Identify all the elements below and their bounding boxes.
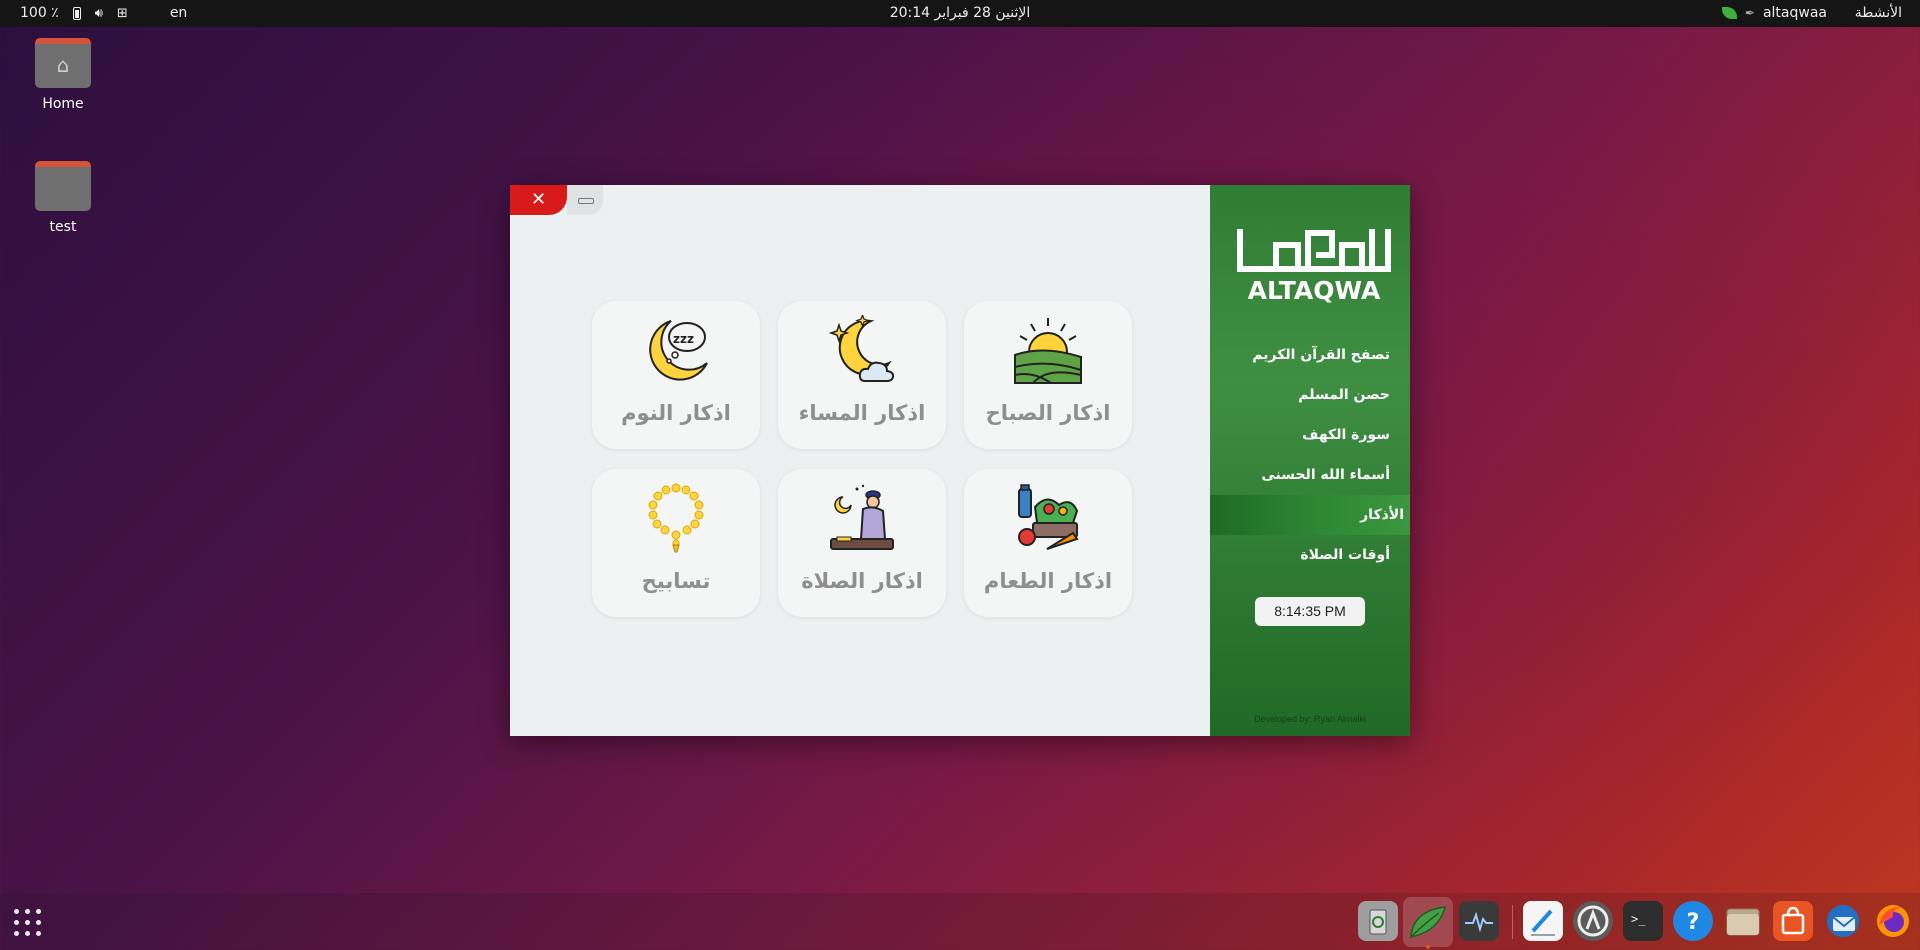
folder-icon bbox=[35, 161, 91, 211]
card-label: اذكار الصلاة bbox=[801, 569, 923, 593]
terminal-icon[interactable]: >_ bbox=[1623, 901, 1663, 941]
food-basket-icon bbox=[1018, 484, 1079, 550]
svg-text:>_: >_ bbox=[1631, 912, 1646, 926]
home-icon: ⌂ bbox=[35, 38, 91, 88]
sidebar-item-surat-alkahf[interactable]: سورة الكهف bbox=[1210, 415, 1410, 455]
moon-cloud-icon bbox=[828, 315, 895, 382]
sidebar-menu: تصفح القرآن الكريم حصن المسلم سورة الكهف… bbox=[1210, 335, 1410, 575]
card-prayer-azkar[interactable]: اذكار الصلاة bbox=[778, 469, 946, 617]
sunrise-icon bbox=[1014, 318, 1082, 384]
card-label: اذكار الطعام bbox=[983, 569, 1113, 593]
top-bar: 100 ٪ 🔊︎ ⊞ en الإثنين 28 فبراير 20:14 ✒ … bbox=[0, 0, 1920, 27]
sidebar-item-quran[interactable]: تصفح القرآن الكريم bbox=[1210, 335, 1410, 375]
prayer-beads-icon bbox=[648, 483, 704, 553]
current-time: 8:14:35 PM bbox=[1255, 597, 1365, 626]
app-menu[interactable]: ✒ altaqwaa bbox=[1721, 5, 1827, 21]
firefox-icon[interactable] bbox=[1873, 901, 1913, 941]
sidebar-item-hisn-muslim[interactable]: حصن المسلم bbox=[1210, 375, 1410, 415]
card-evening-azkar[interactable]: اذكار المساء bbox=[778, 301, 946, 449]
desktop-icon-home[interactable]: ⌂ Home bbox=[8, 38, 118, 112]
card-food-azkar[interactable]: اذكار الطعام bbox=[964, 469, 1132, 617]
software-updater-icon[interactable] bbox=[1573, 901, 1613, 941]
help-icon[interactable]: ? bbox=[1673, 901, 1713, 941]
card-tasabih[interactable]: تسابيح bbox=[592, 469, 760, 617]
prayer-icon bbox=[830, 484, 894, 550]
show-apps-icon[interactable] bbox=[14, 909, 41, 936]
logo-text: ALTAQWA bbox=[1248, 276, 1381, 303]
card-morning-azkar[interactable]: اذكار الصباح bbox=[964, 301, 1132, 449]
close-button[interactable]: ✕ bbox=[510, 185, 567, 215]
card-label: اذكار المساء bbox=[798, 401, 926, 425]
sleep-moon-icon: zzz bbox=[649, 320, 708, 381]
files-icon[interactable] bbox=[1723, 901, 1763, 941]
card-sleep-azkar[interactable]: zzz اذكار النوم bbox=[592, 301, 760, 449]
desktop-icon-label: test bbox=[49, 219, 77, 235]
thunderbird-icon[interactable] bbox=[1823, 901, 1863, 941]
dock-separator bbox=[1512, 905, 1513, 939]
svg-text:?: ? bbox=[1687, 910, 1700, 935]
pen-icon: ✒ bbox=[1744, 6, 1755, 20]
activities-button[interactable]: الأنشطة bbox=[1855, 5, 1902, 21]
minimize-button[interactable] bbox=[567, 185, 603, 215]
app-store-icon[interactable] bbox=[1773, 901, 1813, 941]
sidebar-item-azkar[interactable]: الأذكار bbox=[1210, 495, 1410, 535]
altaqwaa-window: ✕ اذكار الصباح اذكار المساء zzz اذكار ال… bbox=[510, 185, 1410, 736]
text-editor-icon[interactable] bbox=[1523, 901, 1563, 941]
sidebar: ALTAQWA تصفح القرآن الكريم حصن المسلم سو… bbox=[1210, 185, 1410, 736]
desktop-icon-label: Home bbox=[42, 96, 84, 112]
trash-icon[interactable] bbox=[1358, 901, 1398, 941]
sidebar-item-asma-allah[interactable]: أسماء الله الحسنى bbox=[1210, 455, 1410, 495]
system-monitor-icon[interactable] bbox=[1459, 901, 1499, 941]
altaqwa-logo: ALTAQWA bbox=[1237, 229, 1391, 303]
desktop-icon-test[interactable]: test bbox=[8, 161, 118, 235]
clock[interactable]: الإثنين 28 فبراير 20:14 bbox=[0, 5, 1920, 21]
card-label: اذكار الصباح bbox=[985, 401, 1111, 425]
dock: >_ ? bbox=[0, 893, 1920, 950]
altaqwaa-icon[interactable] bbox=[1403, 897, 1453, 949]
developer-credit: Developed by: Ryan Almalki bbox=[1253, 714, 1367, 724]
svg-text:zzz: zzz bbox=[673, 332, 694, 346]
app-name: altaqwaa bbox=[1762, 5, 1827, 21]
card-label: اذكار النوم bbox=[621, 401, 731, 425]
leaf-icon bbox=[1721, 7, 1737, 19]
sidebar-item-prayer-times[interactable]: أوقات الصلاة bbox=[1210, 535, 1410, 575]
card-label: تسابيح bbox=[641, 569, 711, 593]
